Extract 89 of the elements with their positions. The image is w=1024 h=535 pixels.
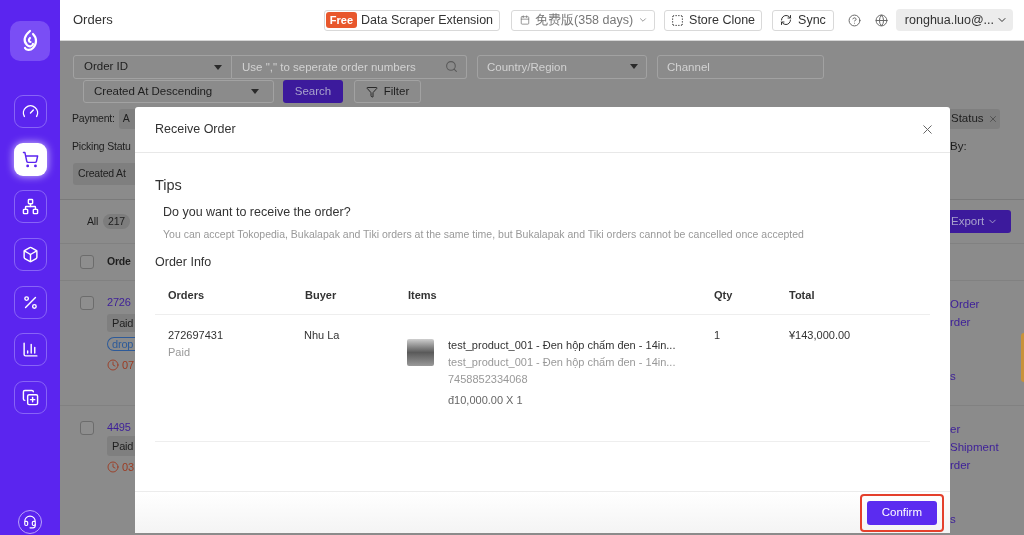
help-icon[interactable] [847,13,861,27]
filter-chip[interactable]: Created At [73,163,135,185]
column-header: Orde [107,254,131,270]
action-link[interactable]: s [950,510,1024,528]
action-link[interactable]: Order [950,295,1024,313]
count-badge: 217 [103,214,130,229]
photo-placeholder [407,339,434,366]
product-subtitle: test_product_001 - Đen hộp chấm đen - 14in... [448,355,676,370]
search-type-select[interactable]: Order ID [73,55,232,79]
funnel-icon [365,85,378,98]
unit-price: đ10,000.00 X 1 [448,393,524,408]
action-link[interactable]: rder [950,313,1024,331]
action-link[interactable]: s [950,367,1024,385]
time-text: 07 [122,358,134,372]
confirm-button[interactable]: Confirm [866,500,937,525]
column-header: Orders [167,287,206,303]
time-text: 03 [122,460,134,474]
column-header: Items [407,287,438,303]
refresh-icon [780,14,793,26]
section-heading: Tips [155,176,183,195]
page-title: Orders [73,11,113,30]
account-menu[interactable]: ronghua.luo@... [895,9,1013,31]
plan-select[interactable]: 免费版(358 days) [511,9,656,31]
status-chip: Paid [107,436,135,456]
extension-button[interactable]: Free Data Scraper Extension [323,9,501,31]
percent-icon [21,293,39,311]
caret-down-icon [214,64,222,70]
cart-icon [21,150,39,168]
sidebar-item[interactable] [13,142,47,176]
filter-label: By: [950,139,967,155]
action-link[interactable]: Shipment [950,438,1024,456]
free-badge: Free [325,12,358,28]
caret-down-icon [630,64,638,69]
sidebar-item[interactable] [13,190,47,224]
checkbox[interactable] [80,421,94,435]
sync-button[interactable]: Sync [772,9,834,31]
action-link[interactable]: rder [950,456,1024,474]
quantity: 1 [714,329,721,341]
column-header: Total [788,287,816,303]
globe-icon[interactable] [874,13,888,27]
buyer-name: Nhu La [304,329,340,341]
sidebar-item[interactable] [13,381,47,415]
channel-field[interactable]: Channel [657,55,824,79]
filter-label: Payment: [72,111,115,127]
filter-chip[interactable]: A [118,109,135,129]
order-total: ¥143,000.00 [789,329,851,341]
sidebar-item[interactable] [13,333,47,367]
note-text: You can accept Tokopedia, Bukalapak and Tiki orders at the same time, but Bukalapak and Tiki orders cannot be cancelled once accepted [163,227,805,242]
status-chip: Paid [107,314,135,332]
add-copy-icon [21,389,39,407]
bar-chart-icon [21,341,39,359]
question-text: Do you want to receive the order? [163,204,352,221]
checkbox[interactable] [80,255,94,269]
checkbox[interactable] [80,296,94,310]
sitemap-icon [21,198,39,216]
clock-icon [107,359,119,371]
calendar-icon [520,14,530,26]
action-link[interactable]: er [950,420,1024,438]
filter-label: Picking Statu [72,139,131,155]
logo-icon[interactable] [10,21,50,61]
cube-icon [21,246,39,264]
gauge-icon [21,103,39,120]
filter-button[interactable]: Filter [354,80,421,103]
product-sku: 7458852334068 [448,372,529,387]
status-tab[interactable]: All [87,213,99,230]
section-heading: Order Info [155,254,213,271]
sort-select[interactable]: Created At Descending [83,80,274,103]
sidebar-item[interactable] [13,285,47,319]
order-number-field[interactable]: Use "," to seperate order numbers [232,55,467,79]
dashed-square-icon [671,13,685,27]
column-header: Buyer [304,287,338,303]
dialog-title: Receive Order [155,121,236,139]
search-button[interactable]: Search [283,80,343,103]
headset-icon [23,515,37,529]
export-button[interactable]: Export [950,210,1011,233]
close-icon[interactable] [920,122,935,137]
sidebar-item[interactable] [13,95,47,128]
order-number-link[interactable]: 4495 [107,420,135,434]
order-status: Paid [168,345,192,360]
filter-chip[interactable]: Status [950,109,1000,129]
sidebar-item[interactable] [13,238,47,272]
clock-icon [107,461,119,473]
column-header: Qty [713,287,734,303]
caret-down-icon [251,89,259,94]
order-number: 272697431 [168,328,225,343]
country-select[interactable]: Country/Region [477,55,647,79]
store-clone-button[interactable]: Store Clone [664,9,763,31]
product-title: test_product_001 - Đen hộp chấm đen - 14in... [448,338,676,353]
order-number-link[interactable]: 2726 [107,295,135,309]
